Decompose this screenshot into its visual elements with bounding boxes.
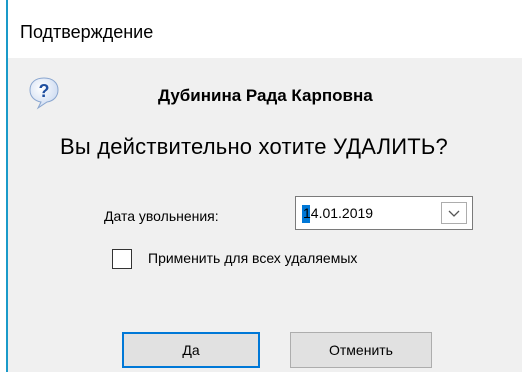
question-icon: ? xyxy=(28,76,60,110)
person-name: Дубинина Рада Карповна xyxy=(158,86,373,105)
apply-all-label[interactable]: Применить для всех удаляемых xyxy=(148,250,357,266)
cancel-button[interactable]: Отменить xyxy=(290,332,432,368)
title-bar[interactable]: Подтверждение xyxy=(8,0,522,58)
yes-button[interactable]: Да xyxy=(122,332,260,368)
apply-all-checkbox[interactable] xyxy=(112,249,132,269)
window-title: Подтверждение xyxy=(20,22,154,42)
dialog-body: ? Дубинина Рада Карповна Вы действительн… xyxy=(8,58,522,372)
dismissal-date-label: Дата увольнения: xyxy=(104,208,219,224)
svg-text:?: ? xyxy=(39,81,50,101)
confirm-question: Вы действительно хотите УДАЛИТЬ? xyxy=(60,134,448,159)
calendar-dropdown-button[interactable] xyxy=(441,202,467,224)
dismissal-date-picker[interactable]: 14.01.2019 xyxy=(295,196,473,230)
chevron-down-icon xyxy=(448,210,460,217)
dismissal-date-value[interactable]: 14.01.2019 xyxy=(303,205,373,221)
